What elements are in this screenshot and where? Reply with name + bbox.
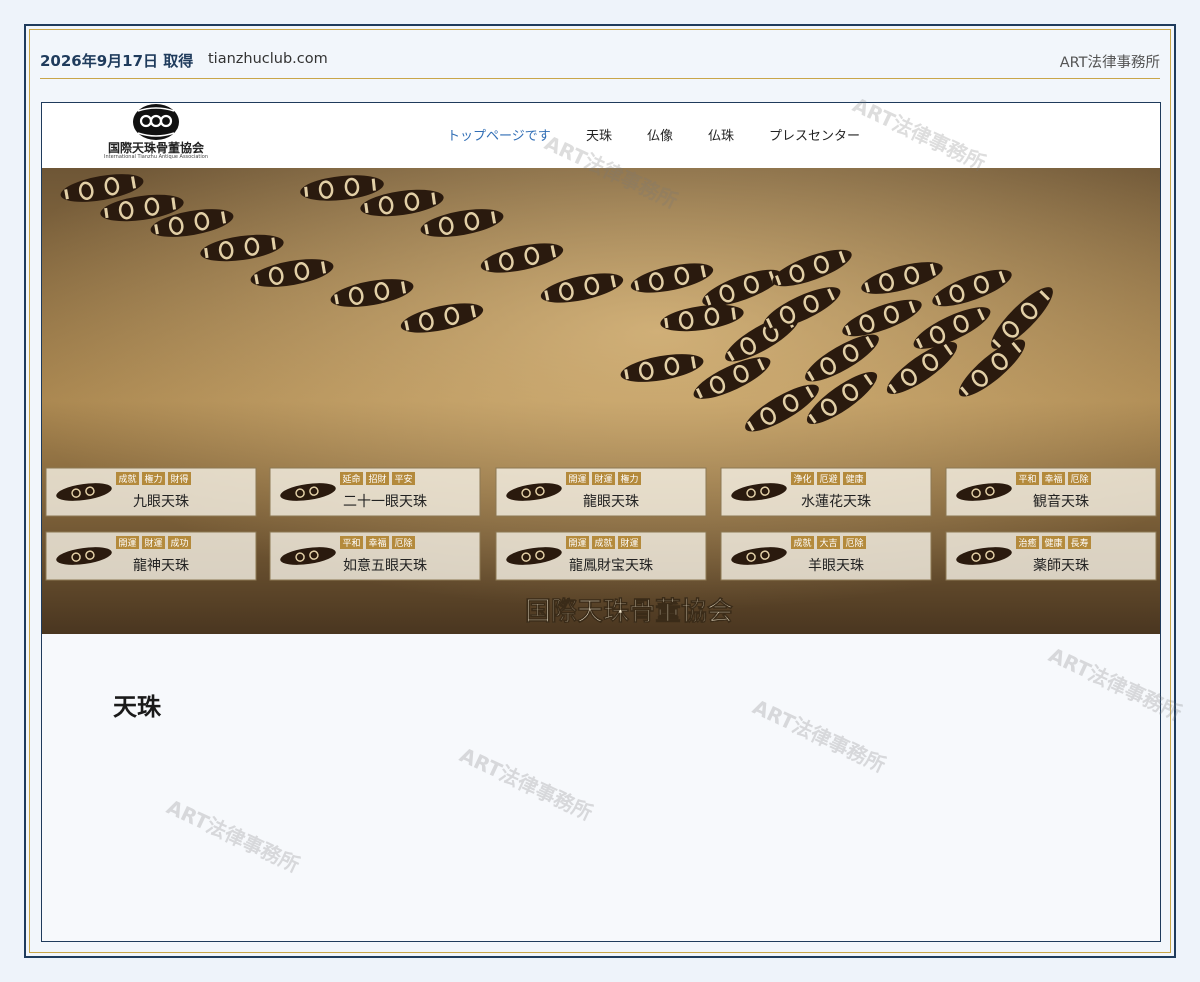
hero-card: 成就 大吉 厄除羊眼天珠 [720,531,932,581]
card-name: 龍眼天珠 [583,493,639,510]
hero-card: 開運 財運 権力龍眼天珠 [495,467,707,517]
hero-card: 治癒 健康 長寿薬師天珠 [945,531,1157,581]
card-tag: 平和 [1018,474,1036,485]
card-tag: 財得 [170,473,188,485]
hero-card: 延命 招財 平安二十一眼天珠 [269,467,481,517]
card-tag: 厄除 [1070,473,1088,485]
site-logo[interactable]: 国際天珠骨董協会 International Tianzhu Antique A… [102,103,210,165]
card-tag: 開運 [118,538,136,549]
card-name: 二十一眼天珠 [343,494,427,510]
card-tag: 厄避 [819,473,837,485]
hero-card: 開運 財運 成功龍神天珠 [45,531,257,581]
card-tag: 浄化 [793,473,811,485]
card-name: 龍神天珠 [133,557,189,574]
card-tag: 開運 [568,474,586,485]
hero-card: 平和 幸福 厄除如意五眼天珠 [269,531,481,581]
hero-card: 平和 幸福 厄除観音天珠 [945,467,1157,517]
card-name: 九眼天珠 [133,494,189,510]
nav-buddha-statue[interactable]: 仏像 [647,125,673,144]
card-tag: 幸福 [368,537,386,549]
card-tag: 平和 [342,538,360,549]
card-name: 如意五眼天珠 [343,557,427,574]
card-tag: 健康 [1044,537,1062,549]
card-tag: 成功 [170,537,188,549]
logo-subtitle: International Tianzhu Antique Associatio… [104,154,208,160]
card-name: 羊眼天珠 [808,558,864,574]
card-tag: 財運 [620,537,638,549]
capture-frame: 2026年9月17日 取得 tianzhuclub.com ART法律事務所 国… [24,24,1176,958]
capture-header: 2026年9月17日 取得 tianzhuclub.com ART法律事務所 [40,48,1160,79]
capture-date: 2026年9月17日 取得 [40,52,194,70]
card-tag: 招財 [368,473,386,485]
card-tag: 大吉 [819,537,837,549]
nav-tianzhu[interactable]: 天珠 [586,125,612,144]
card-tag: 財運 [144,537,162,549]
card-tag: 平安 [394,473,412,485]
card-tag: 権力 [620,473,638,485]
card-tag: 厄除 [845,537,863,549]
nav-prayer-beads[interactable]: 仏珠 [708,125,734,144]
card-name: 龍鳳財宝天珠 [569,557,653,574]
card-name: 薬師天珠 [1033,558,1089,574]
card-name: 水蓮花天珠 [801,494,871,510]
bead-logo-icon [133,104,179,140]
card-tag: 財運 [594,473,612,485]
card-name: 観音天珠 [1033,493,1089,510]
hero-card: 開運 成就 財運龍鳳財宝天珠 [495,531,707,581]
website-screenshot: 国際天珠骨董協会 International Tianzhu Antique A… [41,102,1161,942]
page-heading: 天珠 [113,693,161,721]
card-tag: 厄除 [394,537,412,549]
site-navbar: 国際天珠骨董協会 International Tianzhu Antique A… [42,103,1160,169]
card-tag: 長寿 [1070,537,1088,549]
card-tag: 成就 [594,537,612,549]
hero-card: 成就 権力 財得九眼天珠 [45,467,257,517]
card-tag: 幸福 [1044,473,1062,485]
hero-banner-title: 国際天珠骨董協会 [525,597,733,627]
card-tag: 権力 [144,473,162,485]
card-tag: 成就 [118,473,136,485]
nav-press-center[interactable]: プレスセンター [769,125,860,144]
capture-domain: tianzhuclub.com [208,51,328,67]
card-tag: 健康 [845,473,863,485]
card-tag: 延命 [342,473,360,485]
card-tag: 開運 [568,538,586,549]
capture-firm: ART法律事務所 [1059,55,1160,71]
hero-card: 浄化 厄避 健康水蓮花天珠 [720,467,932,517]
hero-banner-image: 成就 権力 財得九眼天珠延命 招財 平安二十一眼天珠開運 財運 権力龍眼天珠浄化 厄避 健康水蓮… [42,168,1160,634]
card-tag: 治癒 [1018,537,1036,549]
nav-top[interactable]: トップページです [447,125,551,144]
card-tag: 成就 [793,537,811,549]
